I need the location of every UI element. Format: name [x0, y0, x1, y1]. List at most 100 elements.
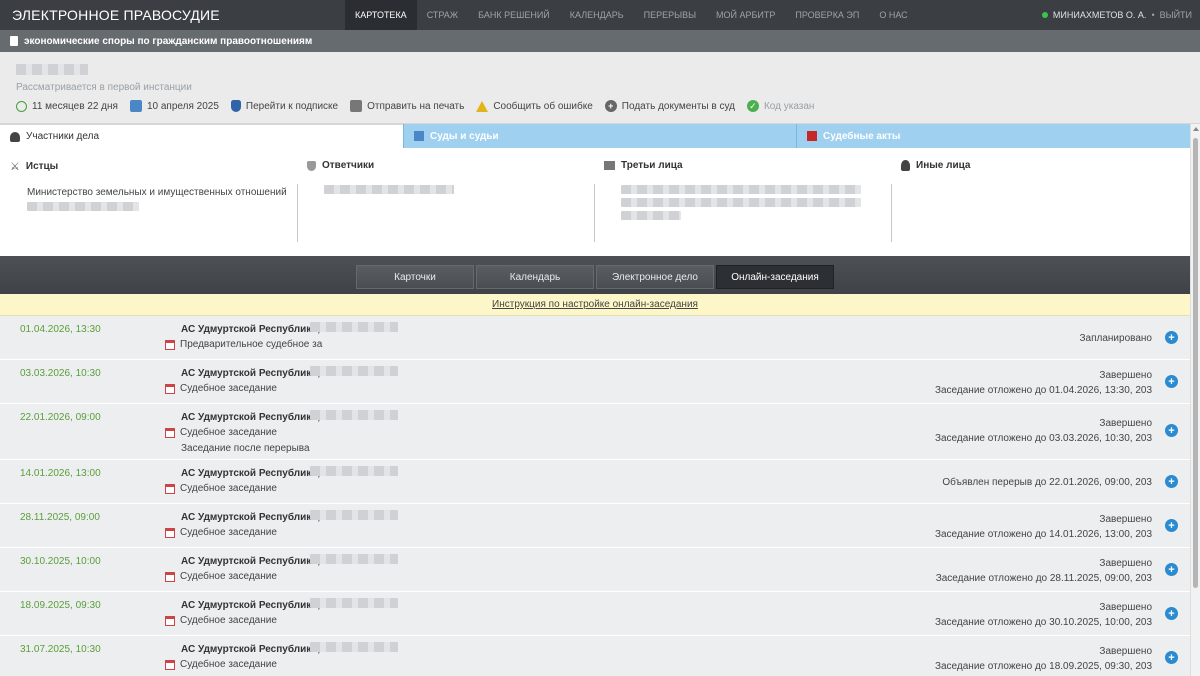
- judge-redacted: [310, 598, 398, 608]
- defendant-redacted: [324, 185, 454, 194]
- column-divider: [594, 184, 595, 242]
- tab-participants-label: Участники дела: [26, 131, 100, 142]
- third-parties-header: Третьи лица: [604, 160, 881, 171]
- calendar-icon: [129, 100, 142, 112]
- third-parties-label: Третьи лица: [621, 160, 683, 171]
- nav-breaks[interactable]: ПЕРЕРЫВЫ: [634, 0, 706, 30]
- session-status-note: Заседание отложено до 28.11.2025, 09:00,…: [935, 573, 1152, 584]
- session-court: АС Удмуртской Республики,: [181, 600, 321, 611]
- session-status-label: Завершено: [1099, 514, 1152, 525]
- nav-bank-decisions[interactable]: БАНК РЕШЕНИЙ: [468, 0, 560, 30]
- judge-redacted: [310, 466, 398, 476]
- session-row[interactable]: 03.03.2026, 10:30 АС Удмуртской Республи…: [0, 360, 1190, 404]
- nav-about[interactable]: О НАС: [869, 0, 917, 30]
- session-status-note: Заседание отложено до 01.04.2026, 13:30,…: [934, 385, 1152, 396]
- calendar-icon: [165, 339, 175, 350]
- session-add-button[interactable]: +: [1165, 424, 1178, 437]
- tab-online-sessions[interactable]: Онлайн-заседания: [716, 265, 834, 289]
- session-add-button[interactable]: +: [1165, 607, 1178, 620]
- scroll-thumb[interactable]: [1193, 138, 1198, 588]
- defendant-entry: [307, 185, 584, 194]
- date-item: 10 апреля 2025: [129, 100, 219, 112]
- printer-icon: [350, 100, 363, 112]
- session-type: Судебное заседание: [165, 659, 277, 670]
- case-number-redacted: [16, 64, 88, 75]
- session-status-label: Объявлен перерыв до 22.01.2026, 09:00, 2…: [942, 477, 1152, 488]
- calendar-icon: [165, 659, 175, 670]
- session-row[interactable]: 31.07.2025, 10:30 АС Удмуртской Республи…: [0, 636, 1190, 676]
- shield-icon: [230, 100, 241, 112]
- session-add-button[interactable]: +: [1165, 475, 1178, 488]
- logout-separator: •: [1151, 10, 1155, 20]
- tab-cards[interactable]: Карточки: [356, 265, 474, 289]
- session-type: Судебное заседание: [165, 427, 277, 438]
- nav-my-arbiter[interactable]: МОЙ АРБИТР: [706, 0, 785, 30]
- session-row[interactable]: 30.10.2025, 10:00 АС Удмуртской Республи…: [0, 548, 1190, 592]
- scroll-up-icon[interactable]: [1193, 127, 1199, 131]
- session-date: 18.09.2025, 09:30: [20, 600, 101, 611]
- tab-courts[interactable]: Суды и судьи: [403, 124, 796, 148]
- session-status: Завершено Заседание отложено до 30.10.20…: [935, 600, 1152, 630]
- session-row[interactable]: 01.04.2026, 13:30 АС Удмуртской Республи…: [0, 316, 1190, 360]
- tab-calendar[interactable]: Календарь: [476, 265, 594, 289]
- report-error-button[interactable]: Сообщить об ошибке: [476, 100, 593, 112]
- session-row[interactable]: 28.11.2025, 09:00 АС Удмуртской Республи…: [0, 504, 1190, 548]
- session-type-label: Судебное заседание: [180, 527, 277, 538]
- session-add-button[interactable]: +: [1165, 519, 1178, 532]
- session-add-button[interactable]: +: [1165, 651, 1178, 664]
- session-date: 01.04.2026, 13:30: [20, 324, 101, 335]
- code-status: ✓ Код указан: [746, 100, 814, 112]
- plus-circle-icon: +: [604, 100, 617, 112]
- page-scrollbar[interactable]: [1190, 124, 1200, 676]
- session-add-button[interactable]: +: [1165, 563, 1178, 576]
- third-party-redacted: [621, 185, 861, 194]
- tab-acts-label: Судебные акты: [823, 130, 901, 142]
- tab-acts[interactable]: Судебные акты: [796, 124, 1190, 148]
- clock-icon: [16, 100, 27, 112]
- brand-logo[interactable]: ЭЛЕКТРОННОЕ ПРАВОСУДИЕ: [0, 7, 345, 23]
- plaintiff-name[interactable]: Министерство земельных и имущественных о…: [27, 187, 287, 198]
- session-court: АС Удмуртской Республики,: [181, 468, 321, 479]
- instruction-link[interactable]: Инструкция по настройке онлайн-заседания: [492, 299, 698, 310]
- tab-participants[interactable]: Участники дела: [0, 124, 403, 148]
- session-add-button[interactable]: +: [1165, 375, 1178, 388]
- judge-redacted: [310, 410, 398, 420]
- nav-kartoteka[interactable]: КАРТОТЕКА: [345, 0, 417, 30]
- judge-redacted: [310, 554, 398, 564]
- submit-label: Подать документы в суд: [621, 100, 735, 112]
- participants-panel: ⚔ Истцы Министерство земельных и имущест…: [0, 148, 1190, 256]
- section-tabs-bar: Карточки Календарь Электронное дело Онла…: [0, 256, 1190, 294]
- session-court: АС Удмуртской Республики,: [181, 324, 321, 335]
- session-row[interactable]: 22.01.2026, 09:00 АС Удмуртской Республи…: [0, 404, 1190, 460]
- plaintiff-redacted: [27, 202, 139, 211]
- calendar-icon: [165, 427, 175, 438]
- acts-icon: [807, 131, 817, 141]
- nav-calendar[interactable]: КАЛЕНДАРЬ: [560, 0, 634, 30]
- third-party-redacted: [621, 198, 861, 207]
- session-status-note: Заседание отложено до 14.01.2026, 13:00,…: [934, 529, 1152, 540]
- session-court: АС Удмуртской Республики,: [181, 512, 321, 523]
- session-row[interactable]: 14.01.2026, 13:00 АС Удмуртской Республи…: [0, 460, 1190, 504]
- session-court: АС Удмуртской Республики,: [181, 368, 321, 379]
- online-status-icon: [1041, 12, 1048, 18]
- print-button[interactable]: Отправить на печать: [350, 100, 464, 112]
- check-icon: ✓: [746, 100, 759, 112]
- logout-link[interactable]: ВЫЙТИ: [1160, 10, 1192, 20]
- tab-electronic-case[interactable]: Электронное дело: [596, 265, 714, 289]
- case-duration: 11 месяцев 22 дня: [32, 100, 118, 112]
- case-status: Рассматривается в первой инстанции: [16, 82, 192, 93]
- user-name[interactable]: МИНИАХМЕТОВ О. А.: [1053, 10, 1147, 20]
- submit-documents-button[interactable]: + Подать документы в суд: [604, 100, 735, 112]
- calendar-icon: [165, 383, 175, 394]
- subscribe-button[interactable]: Перейти к подписке: [230, 100, 338, 112]
- crossed-swords-icon: ⚔: [10, 161, 20, 173]
- session-row[interactable]: 18.09.2025, 09:30 АС Удмуртской Республи…: [0, 592, 1190, 636]
- column-divider: [297, 184, 298, 242]
- session-add-button[interactable]: +: [1165, 331, 1178, 344]
- plaintiffs-label: Истцы: [25, 161, 59, 172]
- third-parties-column: Третьи лица: [594, 148, 891, 256]
- case-category: экономические споры по гражданским право…: [24, 35, 313, 47]
- session-date: 22.01.2026, 09:00: [20, 412, 101, 423]
- nav-ep-check[interactable]: ПРОВЕРКА ЭП: [785, 0, 869, 30]
- nav-strazh[interactable]: СТРАЖ: [417, 0, 468, 30]
